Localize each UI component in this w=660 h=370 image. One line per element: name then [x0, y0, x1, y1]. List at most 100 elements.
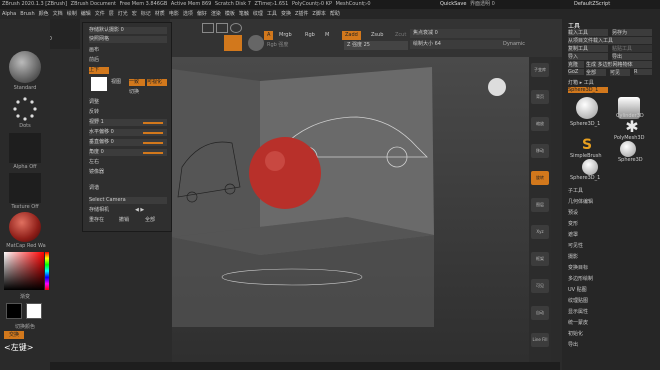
export-button[interactable]: 导出 [612, 53, 652, 60]
menu-item-5[interactable]: 编辑 [81, 9, 91, 19]
menu-item-2[interactable]: 颜色 [39, 9, 49, 19]
save-as-button[interactable]: 另存为 [612, 29, 652, 36]
subtool-menu-item-7[interactable]: 变换目标 [568, 264, 588, 271]
rgb-intensity-slider[interactable]: Rgb 强度 [264, 41, 291, 50]
menu-item-0[interactable]: Alpha [2, 9, 16, 19]
load-from-project-button[interactable]: 从项目文件载入工具 [568, 37, 652, 44]
subtool-menu-item-12[interactable]: 统一蒙皮 [568, 319, 588, 326]
zsub-button[interactable]: Zsub [368, 31, 386, 40]
draw-button[interactable] [224, 35, 242, 51]
dynamic-button[interactable]: Dynamic [500, 40, 528, 49]
tool-simplebrush-icon[interactable]: S [582, 137, 596, 153]
tool-sphere-thumbnail[interactable] [576, 97, 598, 119]
standard-brush-icon[interactable] [9, 51, 41, 83]
subtool-menu-item-4[interactable]: 遮罩 [568, 231, 578, 238]
menu-item-12[interactable]: 电影 [169, 9, 179, 19]
interface-opacity[interactable]: 界面透明 0 [470, 0, 495, 9]
script-menu[interactable]: DefaultZScript [560, 0, 660, 9]
current-tool-slider[interactable]: Sphere3D_1 [568, 87, 608, 93]
m-button[interactable]: M [322, 31, 332, 40]
all-camera-button[interactable]: 全部 [145, 217, 165, 224]
shelf-button-1[interactable]: 背页 [531, 90, 549, 104]
default-script[interactable]: DefaultZScript [574, 1, 610, 7]
menu-item-15[interactable]: 渲染 [211, 9, 221, 19]
menu-item-17[interactable]: 笔触 [239, 9, 249, 19]
clone-button[interactable]: 克隆 [568, 61, 584, 68]
menu-item-7[interactable]: 层 [109, 9, 114, 19]
secondary-color-swatch[interactable] [26, 303, 42, 319]
matcap-icon[interactable] [9, 212, 41, 242]
texture-thumbnail[interactable] [9, 173, 41, 203]
rotate-icon[interactable] [230, 23, 242, 33]
z-intensity-slider[interactable]: Z 强度 25 [344, 41, 408, 50]
switch-color-label[interactable]: 切换颜色 [4, 323, 46, 330]
import-button[interactable]: 导入 [568, 53, 608, 60]
menu-item-20[interactable]: 变换 [281, 9, 291, 19]
move-icon[interactable] [202, 23, 214, 33]
shelf-button-8[interactable]: 可见 [531, 279, 549, 293]
subtool-menu-item-0[interactable]: 子工具 [568, 187, 583, 194]
wrap-button[interactable]: 切换 [129, 89, 159, 96]
sphere-3d-model[interactable] [249, 137, 321, 209]
goz-button[interactable]: GoZ [568, 69, 584, 75]
alpha-thumbnail[interactable] [9, 133, 41, 163]
subtool-menu-item-2[interactable]: 预设 [568, 209, 578, 216]
menu-item-3[interactable]: 文档 [53, 9, 63, 19]
menu-item-18[interactable]: 纹理 [253, 9, 263, 19]
hue-slider[interactable] [45, 252, 49, 290]
shelf-button-10[interactable]: Line Fill [531, 333, 549, 347]
subtool-menu-item-10[interactable]: 纹理贴图 [568, 297, 588, 304]
menu-item-11[interactable]: 材质 [155, 9, 165, 19]
zadd-button[interactable]: Zadd [342, 31, 361, 40]
perspective-thumbnail[interactable] [91, 77, 107, 91]
select-camera-label[interactable]: Select Camera [89, 197, 167, 204]
menu-item-9[interactable]: 宏 [132, 9, 137, 19]
menu-item-10[interactable]: 标记 [141, 9, 151, 19]
reset-camera-button[interactable]: 重存在 [89, 217, 115, 224]
menu-item-8[interactable]: 灯光 [118, 9, 128, 19]
a-button[interactable]: A [264, 31, 274, 40]
shelf-button-0[interactable]: 子变库 [531, 63, 549, 77]
menu-item-6[interactable]: 文件 [95, 9, 105, 19]
mrgb-button[interactable]: Mrgb [276, 31, 295, 40]
shelf-button-2[interactable]: 缩放 [531, 117, 549, 131]
up-down-button[interactable]: 上下 [89, 67, 109, 74]
subtool-menu-item-8[interactable]: 多边形绘制 [568, 275, 593, 282]
subtool-menu-item-14[interactable]: 导出 [568, 341, 578, 348]
subtool-menu-item-11[interactable]: 显示属性 [568, 308, 588, 315]
rgb-button[interactable]: Rgb [302, 31, 318, 40]
all-button[interactable]: 全部 [586, 69, 606, 76]
tool-sphere3d-thumbnail[interactable] [620, 141, 636, 157]
persp-consistent[interactable]: 一致 [129, 79, 145, 86]
persp-visualize[interactable]: 可视化 [147, 79, 167, 86]
menu-item-22[interactable]: Z脚本 [312, 9, 325, 19]
menu-item-19[interactable]: 工具 [267, 9, 277, 19]
subtool-menu-item-9[interactable]: UV 贴图 [568, 286, 587, 293]
tool-polymesh-star-icon[interactable]: ✱ [622, 117, 642, 137]
subtool-menu-item-13[interactable]: 初始化 [568, 330, 583, 337]
zcut-button[interactable]: Zcut [392, 31, 409, 40]
menu-item-13[interactable]: 选项 [183, 9, 193, 19]
sphere-toggle-icon[interactable] [248, 35, 264, 51]
menu-item-14[interactable]: 偏好 [197, 9, 207, 19]
make-polymesh-button[interactable]: 生成 多边形网格物体 [586, 61, 652, 68]
undo-camera-button[interactable]: 撤销 [119, 217, 139, 224]
r-button[interactable]: R [634, 69, 652, 75]
dots-stroke-icon[interactable] [9, 95, 41, 125]
copy-tool-button[interactable]: 复制工具 [568, 45, 608, 52]
load-tool-button[interactable]: 载入工具 [568, 29, 608, 36]
focal-shift-slider[interactable]: 焦点衰减 0 [410, 29, 520, 38]
shelf-button-3[interactable]: 移动 [531, 144, 549, 158]
visible-button[interactable]: 可见 [610, 69, 630, 76]
alternate-button[interactable]: 交换 [4, 331, 24, 339]
subtool-menu-item-3[interactable]: 变形 [568, 220, 578, 227]
tool-sphere3d1-thumbnail[interactable] [582, 159, 598, 175]
canvas-viewport[interactable] [172, 57, 529, 370]
color-picker[interactable] [4, 252, 44, 290]
shelf-button-9[interactable]: 自动 [531, 306, 549, 320]
snapshot-mesh[interactable]: 快照网格 [89, 36, 167, 43]
menu-item-4[interactable]: 绘制 [67, 9, 77, 19]
shelf-button-7[interactable]: 框架 [531, 252, 549, 266]
menu-item-16[interactable]: 模板 [225, 9, 235, 19]
shelf-button-6[interactable]: Xyz [531, 225, 549, 239]
